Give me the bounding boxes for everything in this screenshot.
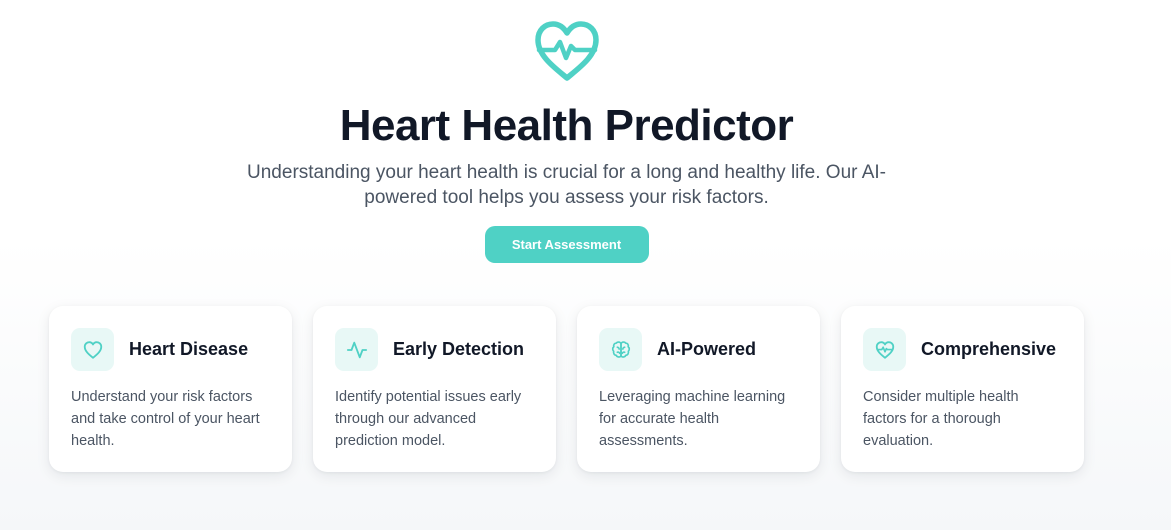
- heart-pulse-icon: [534, 21, 599, 81]
- feature-card-comprehensive: Comprehensive Consider multiple health f…: [841, 306, 1084, 472]
- feature-description: Understand your risk factors and take co…: [71, 389, 260, 449]
- feature-card-heart-disease: Heart Disease Understand your risk facto…: [49, 306, 292, 472]
- brain-icon: [611, 340, 630, 358]
- hero-section: Heart Health Predictor Understanding you…: [0, 0, 1133, 263]
- feature-title: Early Detection: [393, 339, 525, 359]
- feature-title: AI-Powered: [657, 339, 757, 359]
- heart-icon: [83, 340, 102, 359]
- activity-icon: [346, 341, 367, 358]
- heart-pulse-icon: [875, 340, 894, 359]
- feature-card-early-detection: Early Detection Identify potential issue…: [313, 306, 556, 472]
- start-assessment-button[interactable]: Start Assessment: [484, 226, 649, 263]
- feature-card-ai-powered: AI-Powered Leveraging machine learning f…: [577, 306, 820, 472]
- feature-title: Comprehensive: [921, 339, 1057, 359]
- feature-cards: Heart Disease Understand your risk facto…: [49, 306, 1084, 472]
- feature-description: Identify potential issues early through …: [335, 389, 522, 449]
- hero-subtitle: Understanding your heart health is cruci…: [247, 162, 886, 208]
- feature-title: Heart Disease: [129, 339, 249, 359]
- feature-description: Leveraging machine learning for accurate…: [599, 389, 786, 449]
- page-title: Heart Health Predictor: [339, 101, 794, 150]
- feature-description: Consider multiple health factors for a t…: [863, 389, 1019, 449]
